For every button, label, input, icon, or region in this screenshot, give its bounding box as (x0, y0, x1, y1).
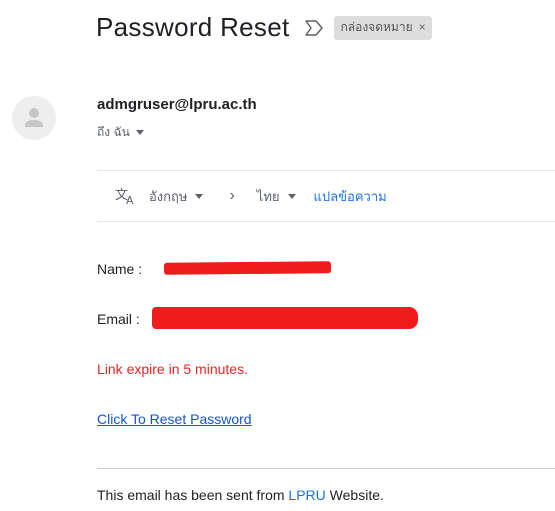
footer-brand-link[interactable]: LPRU (288, 487, 325, 503)
footer-suffix: Website. (325, 487, 384, 503)
redacted-name (163, 261, 332, 275)
source-language-label: อังกฤษ (149, 188, 188, 204)
subject-row: Password Reset กล่องจดหมาย × (96, 12, 432, 43)
target-language-select[interactable]: ไทย (257, 186, 296, 207)
svg-text:A: A (126, 194, 134, 206)
recipient-details-toggle[interactable]: ถึง ฉัน (97, 123, 144, 142)
footer-divider (97, 468, 555, 469)
translate-bar: 文 A อังกฤษ › ไทย แปลข้อความ (97, 170, 555, 222)
source-language-select[interactable]: อังกฤษ (149, 186, 204, 207)
chevron-down-icon (287, 193, 296, 199)
arrow-right-icon: › (229, 187, 235, 204)
translate-message-link[interactable]: แปลข้อความ (314, 186, 387, 207)
footer-prefix: This email has been sent from (97, 487, 289, 503)
label-chip-inbox[interactable]: กล่องจดหมาย × (333, 15, 432, 40)
footer-text: This email has been sent from LPRU Websi… (97, 487, 384, 503)
chevron-down-icon (195, 193, 204, 199)
reset-password-link[interactable]: Click To Reset Password (97, 411, 252, 427)
chevron-down-icon (135, 130, 144, 135)
sender-avatar[interactable] (12, 96, 56, 140)
reset-link-line: Click To Reset Password (97, 411, 252, 427)
email-line: Email : (97, 311, 140, 327)
label-remove-icon[interactable]: × (419, 20, 426, 34)
email-subject: Password Reset (96, 12, 290, 42)
name-line: Name : (97, 261, 142, 277)
person-icon (25, 108, 43, 127)
sender-email: admgruser@lpru.ac.th (97, 96, 257, 113)
name-label: Name : (97, 261, 143, 277)
redacted-email (152, 307, 418, 329)
importance-marker-icon[interactable] (304, 19, 324, 37)
expire-notice: Link expire in 5 minutes. (97, 361, 248, 377)
label-chip-text: กล่องจดหมาย (340, 19, 413, 34)
translate-icon: 文 A (115, 186, 137, 207)
target-language-label: ไทย (256, 188, 280, 204)
email-label: Email : (97, 311, 140, 327)
recipient-text: ถึง ฉัน (97, 125, 130, 139)
